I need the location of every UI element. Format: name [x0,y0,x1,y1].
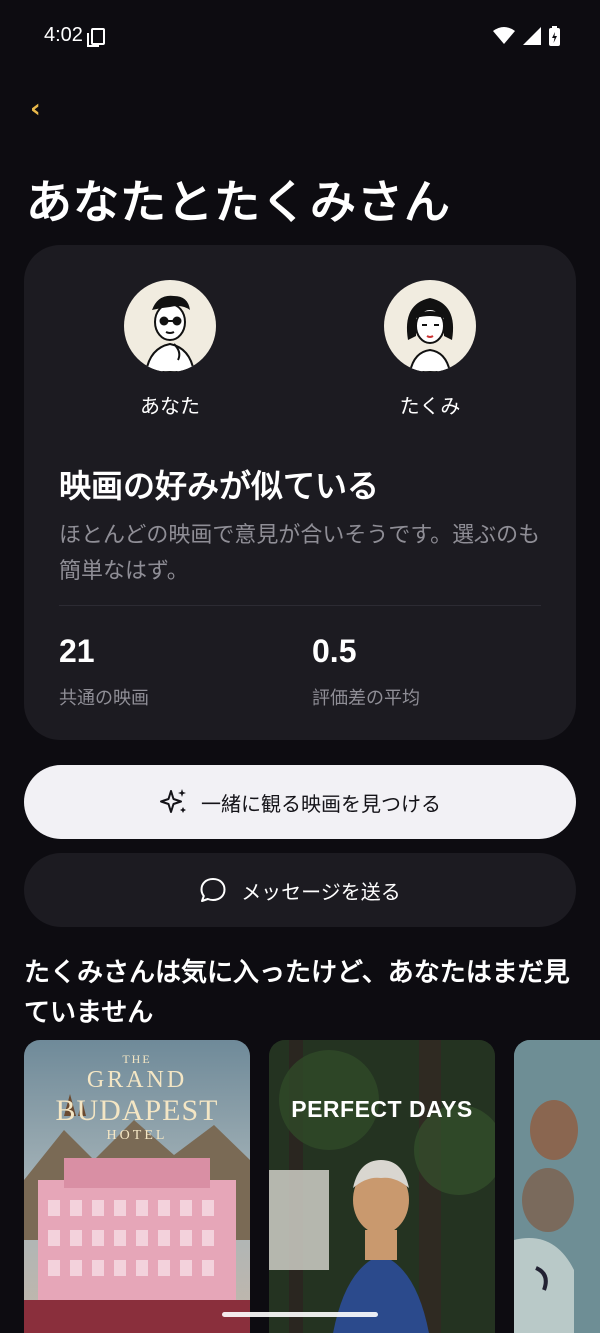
stat-average-rating-diff: 0.5 評価差の平均 [312,633,420,710]
poster-title: PERFECT DAYS [291,1096,473,1122]
taste-comparison-card: あなた たくみ 映画の好みが似ている ほとんどの映画で意見が合いそうです。選ぶの… [24,245,576,740]
stat-value: 0.5 [312,633,357,669]
match-headline: 映画の好みが似ている [59,467,380,505]
movie-poster[interactable] [514,1040,600,1333]
page-title: あなたとたくみさん [26,175,451,229]
status-bar: 4:02 [0,0,600,76]
stat-label: 共通の映画 [59,688,149,709]
battery-icon [549,26,560,46]
sim-card-icon [87,28,105,47]
send-message-button[interactable]: メッセージを送る [24,853,576,927]
match-description: ほとんどの映画で意見が合いそうです。選ぶのも簡単なはず。 [59,523,541,584]
divider [59,605,541,606]
poster-title: THE GRAND BUDAPEST HOTEL [55,1052,219,1143]
stat-value: 21 [59,633,95,669]
signal-icon [523,27,541,45]
chat-bubble-icon [200,878,226,902]
back-button[interactable]: ‹ [30,94,41,124]
you-name: あなた [140,394,200,418]
send-message-label: メッセージを送る [241,879,401,904]
find-movie-label: 一緒に観る映画を見つける [201,791,441,816]
user-profile[interactable]: あなた [100,280,240,419]
home-indicator[interactable] [222,1312,378,1317]
friend-name: たくみ [399,394,461,418]
avatar-friend [384,280,476,372]
stat-label: 評価差の平均 [312,688,420,709]
movie-poster[interactable]: PERFECT DAYS [269,1040,495,1333]
movie-poster[interactable]: THE GRAND BUDAPEST HOTEL [24,1040,250,1333]
friend-profile[interactable]: たくみ [360,280,500,419]
section-title: たくみさんは気に入ったけど、あなたはまだ見ていません [24,958,570,1028]
stat-common-movies: 21 共通の映画 [59,633,149,710]
find-movie-together-button[interactable]: 一緒に観る映画を見つける [24,765,576,839]
chevron-left-icon: ‹ [30,94,41,124]
avatar-you [124,280,216,372]
status-icons [493,26,560,46]
wifi-icon [493,27,515,44]
sparkles-icon [160,789,186,813]
status-time: 4:02 [44,24,83,46]
poster-carousel[interactable]: THE GRAND BUDAPEST HOTEL PERFECT DAYS [24,1040,600,1333]
